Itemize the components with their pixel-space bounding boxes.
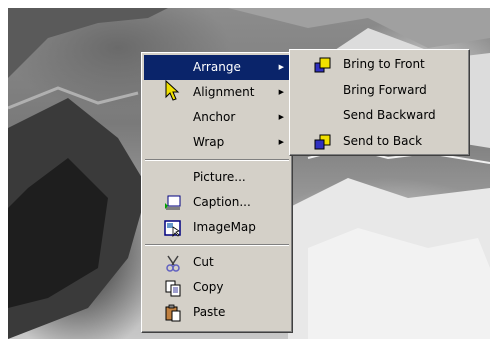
submenu-arrow-icon: ▶ bbox=[278, 113, 284, 121]
menu-item-bring-to-front[interactable]: Bring to Front bbox=[292, 52, 467, 78]
menu-item-label: Arrange bbox=[193, 60, 241, 74]
send-to-back-icon bbox=[314, 134, 331, 149]
imagemap-icon bbox=[164, 220, 181, 237]
scissors-icon bbox=[166, 255, 180, 272]
paste-icon bbox=[165, 304, 181, 322]
menu-item-label: Copy bbox=[193, 280, 224, 294]
menu-item-send-backward[interactable]: Send Backward bbox=[292, 103, 467, 129]
menu-item-label: Caption... bbox=[193, 195, 251, 209]
menu-item-paste[interactable]: Paste bbox=[144, 300, 290, 325]
menu-item-imagemap[interactable]: ImageMap bbox=[144, 215, 290, 240]
arrange-submenu: Bring to Front Bring Forward Send Backwa… bbox=[289, 49, 470, 156]
menu-item-label: Cut bbox=[193, 255, 214, 269]
menu-item-label: Send to Back bbox=[343, 133, 423, 148]
mouse-pointer-icon bbox=[165, 80, 180, 101]
menu-item-label: Bring to Front bbox=[343, 57, 425, 71]
submenu-arrow-icon: ▶ bbox=[278, 138, 284, 146]
menu-item-label: Picture... bbox=[193, 170, 246, 184]
menu-item-cut[interactable]: Cut bbox=[144, 250, 290, 275]
submenu-arrow-icon: ▶ bbox=[278, 88, 284, 96]
menu-item-send-to-back[interactable]: Send to Back bbox=[292, 129, 467, 155]
menu-item-label: Alignment bbox=[193, 85, 255, 99]
bring-to-front-icon bbox=[314, 57, 331, 73]
menu-item-label: Paste bbox=[193, 305, 226, 319]
caption-icon bbox=[165, 195, 181, 210]
menu-item-label: ImageMap bbox=[193, 220, 256, 234]
menu-item-wrap[interactable]: Wrap ▶ bbox=[144, 130, 290, 155]
menu-separator bbox=[145, 244, 289, 246]
menu-item-bring-forward[interactable]: Bring Forward bbox=[292, 78, 467, 104]
submenu-arrow-icon: ▶ bbox=[278, 63, 284, 71]
menu-item-label: Send Backward bbox=[343, 108, 436, 122]
menu-separator bbox=[145, 159, 289, 161]
menu-item-label: Anchor bbox=[193, 110, 236, 124]
menu-item-caption[interactable]: Caption... bbox=[144, 190, 290, 215]
menu-item-label: Wrap bbox=[193, 135, 225, 149]
menu-item-anchor[interactable]: Anchor ▶ bbox=[144, 105, 290, 130]
menu-item-picture[interactable]: Picture... bbox=[144, 165, 290, 190]
menu-item-label: Bring Forward bbox=[343, 82, 427, 97]
menu-item-arrange[interactable]: Arrange ▶ bbox=[144, 55, 290, 80]
menu-item-copy[interactable]: Copy bbox=[144, 275, 290, 300]
copy-icon bbox=[165, 280, 181, 297]
context-menu: Arrange ▶ Alignment ▶ Anchor ▶ Wrap ▶ Pi… bbox=[141, 52, 293, 333]
